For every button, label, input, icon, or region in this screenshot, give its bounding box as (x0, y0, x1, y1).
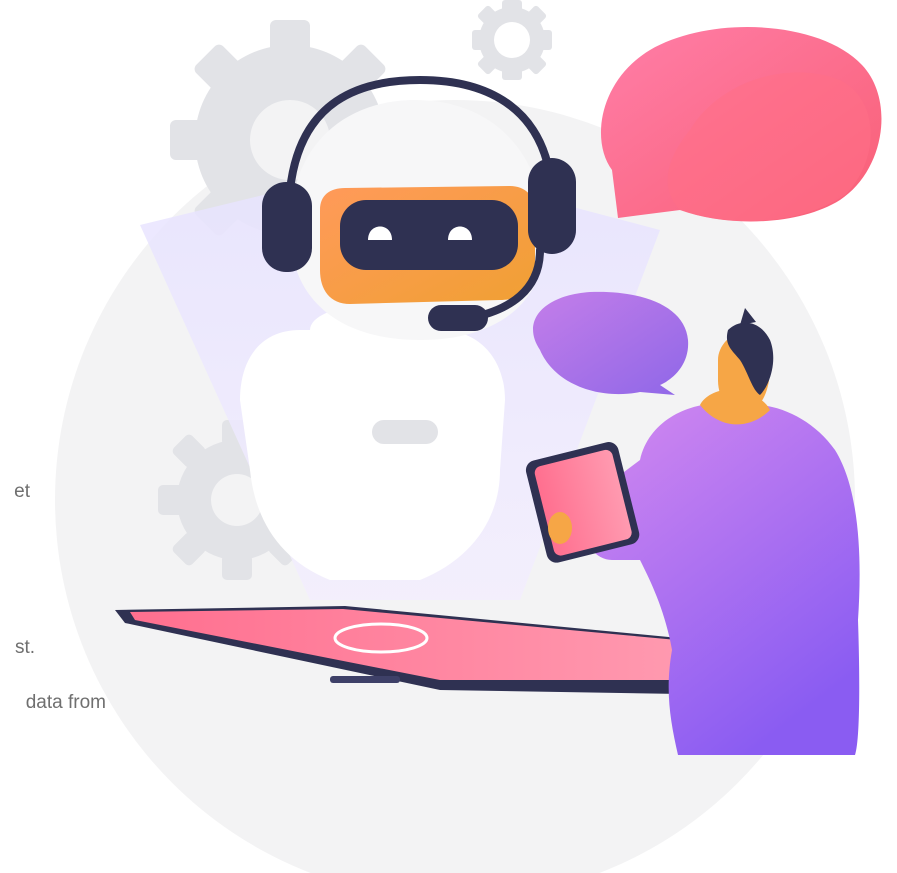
headset-mic (428, 305, 488, 331)
person-hand (548, 512, 572, 544)
gear-icon (472, 0, 552, 80)
chatbot-support-illustration (55, 0, 882, 873)
robot-body (240, 305, 505, 580)
headset-right-cup (528, 158, 576, 254)
speech-bubble-large-icon (600, 27, 882, 222)
robot-chest-panel (372, 420, 438, 444)
headset-left-cup (262, 182, 312, 272)
